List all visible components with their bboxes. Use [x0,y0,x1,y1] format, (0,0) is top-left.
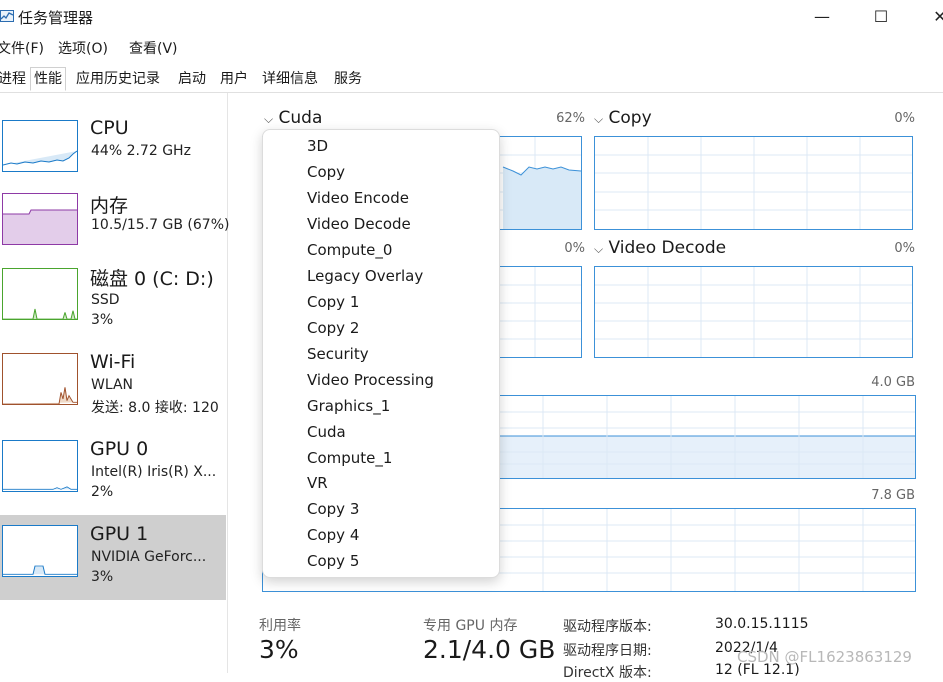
sidebar-item-wifi[interactable]: Wi-Fi WLAN 发送: 8.0 接收: 120 [0,351,226,439]
dedicated-memory-label: 专用 GPU 内存 [423,618,518,634]
dropdown-item-compute-1[interactable]: Compute_1 [307,449,392,467]
minimize-button[interactable]: — [807,6,837,28]
maximize-button[interactable]: ☐ [866,6,896,28]
menu-options[interactable]: 选项(O) [58,38,108,58]
memory-label: 内存 [90,195,129,217]
close-button[interactable]: ✕ [925,6,943,28]
memory-mini-graph [2,193,78,245]
sidebar-item-cpu[interactable]: CPU 44% 2.72 GHz [0,107,226,193]
window-title: 任务管理器 [18,9,94,27]
dropdown-item-compute-0[interactable]: Compute_0 [307,241,392,259]
disk-usage: 3% [91,312,114,328]
engine-dropdown-menu: 3D Copy Video Encode Video Decode Comput… [262,129,500,578]
dropdown-item-copy-1[interactable]: Copy 1 [307,293,359,311]
csdn-watermark: CSDN @FL1623863129 [737,648,912,666]
dropdown-item-security[interactable]: Security [307,345,369,363]
tab-processes[interactable]: 进程 [0,67,30,91]
directx-label: DirectX 版本: [563,665,652,681]
cuda-panel-title: Cuda [278,108,323,128]
tab-startup[interactable]: 启动 [174,67,210,91]
dropdown-item-copy-4[interactable]: Copy 4 [307,526,359,544]
title-bar: 任务管理器 — ☐ ✕ [0,0,943,34]
disk-type: SSD [91,292,120,308]
memory-usage: 10.5/15.7 GB (67%) [91,217,230,233]
dropdown-item-copy[interactable]: Copy [307,163,345,181]
video-decode-graph [594,266,913,358]
driver-date-label: 驱动程序日期: [563,643,652,659]
resource-sidebar: CPU 44% 2.72 GHz 内存 10.5/15.7 GB (67%) 磁… [0,93,230,673]
sidebar-item-gpu0[interactable]: GPU 0 Intel(R) Iris(R) X... 2% [0,438,226,526]
gpu1-mini-graph [2,525,78,577]
task-manager-icon [0,10,14,22]
copy-engine-selector[interactable]: ⌵ Copy [594,108,652,128]
dropdown-item-vr[interactable]: VR [307,474,328,492]
copy-panel-title: Copy [608,108,652,128]
tab-users[interactable]: 用户 [216,67,252,91]
tab-services[interactable]: 服务 [330,67,366,91]
menu-file[interactable]: 文件(F) [0,38,44,58]
sidebar-item-disk[interactable]: 磁盘 0 (C: D:) SSD 3% [0,268,226,354]
tab-performance[interactable]: 性能 [30,67,66,91]
gpu0-model: Intel(R) Iris(R) X... [91,464,217,480]
video-decode-selector[interactable]: ⌵ Video Decode [594,238,726,258]
dropdown-item-video-decode[interactable]: Video Decode [307,215,411,233]
dropdown-item-3d[interactable]: 3D [307,137,328,155]
tab-app-history[interactable]: 应用历史记录 [72,67,164,91]
dropdown-item-graphics-1[interactable]: Graphics_1 [307,397,390,415]
wifi-mini-graph [2,353,78,405]
copy-graph [594,136,913,230]
dropdown-item-legacy-overlay[interactable]: Legacy Overlay [307,267,423,285]
wifi-label: Wi-Fi [90,351,136,373]
gpu1-model: NVIDIA GeForc... [91,549,207,565]
disk-mini-graph [2,268,78,320]
video-decode-panel-title: Video Decode [608,238,727,258]
tab-bar: 进程 性能 应用历史记录 启动 用户 详细信息 服务 [0,64,943,93]
chevron-down-icon: ⌵ [594,242,604,256]
wifi-adapter: WLAN [91,377,134,393]
cpu-label: CPU [90,117,129,139]
chevron-down-icon: ⌵ [264,112,274,126]
cpu-mini-graph [2,120,78,172]
disk-label: 磁盘 0 (C: D:) [90,268,214,290]
cuda-percent: 62% [556,111,585,126]
copy-percent: 0% [894,111,915,126]
menu-view[interactable]: 查看(V) [129,38,178,58]
driver-version-label: 驱动程序版本: [563,619,652,635]
dropdown-item-video-encode[interactable]: Video Encode [307,189,409,207]
driver-version-value: 30.0.15.1115 [715,616,809,632]
dropdown-item-copy-2[interactable]: Copy 2 [307,319,359,337]
gpu0-usage: 2% [91,484,114,500]
tab-details[interactable]: 详细信息 [258,67,322,91]
utilization-value: 3% [259,635,299,664]
gpu1-label: GPU 1 [90,523,149,545]
sidebar-item-gpu1[interactable]: GPU 1 NVIDIA GeForc... 3% [0,515,226,600]
cpu-usage: 44% 2.72 GHz [91,143,191,159]
wifi-throughput: 发送: 8.0 接收: 120 [91,400,219,416]
dedicated-memory-max: 4.0 GB [871,375,915,390]
dropdown-item-copy-5[interactable]: Copy 5 [307,552,359,570]
second-left-percent: 0% [564,241,585,256]
chevron-down-icon: ⌵ [594,112,604,126]
gpu1-usage: 3% [91,569,114,585]
gpu0-label: GPU 0 [90,438,149,460]
shared-memory-max: 7.8 GB [871,488,915,503]
utilization-label: 利用率 [259,618,301,634]
dropdown-item-video-processing[interactable]: Video Processing [307,371,434,389]
dropdown-item-copy-3[interactable]: Copy 3 [307,500,359,518]
video-decode-percent: 0% [894,241,915,256]
gpu0-mini-graph [2,440,78,492]
dedicated-memory-value: 2.1/4.0 GB [423,635,556,664]
dropdown-item-cuda[interactable]: Cuda [307,423,346,441]
cuda-engine-selector[interactable]: ⌵ Cuda [264,108,322,128]
